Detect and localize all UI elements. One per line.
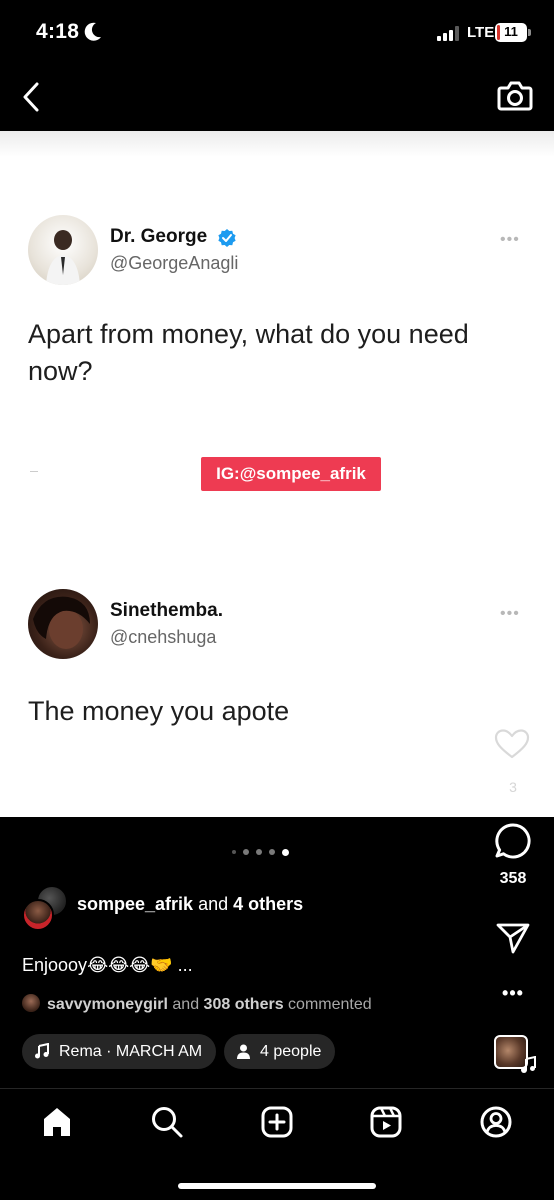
tab-home[interactable] bbox=[37, 1102, 77, 1142]
tweet-author-handle: @cnehshuga bbox=[110, 627, 217, 647]
comment-button[interactable] bbox=[494, 822, 532, 860]
avatar bbox=[28, 215, 98, 285]
commenter-username[interactable]: savvymoneygirl bbox=[47, 996, 168, 1013]
comments-summary[interactable]: savvymoneygirl and 308 others commented bbox=[22, 994, 372, 1014]
music-note-icon bbox=[35, 1042, 49, 1059]
likes-others[interactable]: 4 others bbox=[233, 894, 303, 914]
heart-icon bbox=[494, 729, 530, 759]
music-note-icon bbox=[521, 1056, 536, 1073]
tab-create[interactable] bbox=[257, 1102, 297, 1142]
status-bar: 4:18 LTE 11 bbox=[0, 0, 554, 66]
tweet-more-icon: ••• bbox=[500, 231, 520, 248]
share-button[interactable] bbox=[495, 922, 531, 954]
search-icon bbox=[152, 1107, 183, 1138]
avatar bbox=[22, 899, 54, 931]
cellular-signal-icon bbox=[437, 26, 459, 41]
tweet-author-name: Sinethemba. bbox=[110, 600, 223, 621]
carousel-dot bbox=[269, 849, 275, 855]
avatar bbox=[28, 589, 98, 659]
person-icon bbox=[237, 1044, 250, 1059]
carousel-indicator bbox=[232, 848, 289, 856]
tab-profile[interactable] bbox=[476, 1102, 516, 1142]
tweet-author-name: Dr. George bbox=[110, 226, 208, 247]
verified-badge-icon bbox=[218, 229, 236, 247]
camera-button[interactable] bbox=[495, 75, 535, 115]
liker-avatars[interactable] bbox=[22, 885, 70, 933]
tagged-people-pill[interactable]: 4 people bbox=[224, 1034, 336, 1069]
carousel-dot bbox=[256, 849, 262, 855]
battery-percent: 11 bbox=[504, 24, 518, 39]
liker-username[interactable]: sompee_afrik bbox=[77, 894, 193, 914]
carousel-dot bbox=[243, 849, 249, 855]
commenters-others[interactable]: 308 others bbox=[204, 996, 284, 1013]
home-indicator bbox=[178, 1183, 376, 1189]
home-icon bbox=[44, 1108, 70, 1136]
post-caption[interactable]: Enjoooy😂😂😂🤝 ... bbox=[22, 955, 193, 976]
back-button[interactable] bbox=[18, 80, 46, 114]
caption-more[interactable]: ... bbox=[173, 955, 193, 975]
carousel-dot bbox=[232, 850, 236, 854]
carousel-dot-active bbox=[282, 848, 289, 856]
create-icon bbox=[261, 1106, 293, 1138]
profile-icon bbox=[480, 1106, 512, 1138]
watermark-label: IG:@sompee_afrik bbox=[201, 457, 381, 491]
audio-label: Rema · MARCH AM bbox=[59, 1043, 203, 1060]
comment-count: 358 bbox=[499, 870, 527, 887]
status-time: 4:18 bbox=[36, 20, 80, 43]
tab-reels[interactable] bbox=[366, 1102, 406, 1142]
audio-pill[interactable]: Rema · MARCH AM bbox=[22, 1034, 217, 1069]
like-count: 3 bbox=[509, 779, 517, 795]
tweet-text: Apart from money, what do you need now? bbox=[28, 319, 469, 386]
avatar bbox=[22, 994, 40, 1012]
moon-icon bbox=[84, 22, 101, 41]
tweet-more-icon: ••• bbox=[500, 605, 520, 622]
caption-text: Enjoooy bbox=[22, 955, 88, 975]
tab-search[interactable] bbox=[147, 1102, 187, 1142]
battery-icon: 11 bbox=[495, 23, 531, 42]
more-options-button[interactable]: ••• bbox=[498, 983, 528, 1003]
tweet-text: The money you apote bbox=[28, 696, 290, 726]
network-type: LTE bbox=[467, 24, 495, 41]
caption-emoji: 😂😂😂🤝 bbox=[87, 955, 173, 975]
tagged-people-label: 4 people bbox=[260, 1043, 322, 1060]
reels-icon bbox=[370, 1106, 402, 1138]
post-image[interactable]: Dr. George @GeorgeAnagli ••• Apart from … bbox=[0, 131, 554, 817]
likes-summary[interactable]: sompee_afrik and 4 others bbox=[77, 894, 303, 915]
tweet-author-handle: @GeorgeAnagli bbox=[110, 253, 239, 273]
